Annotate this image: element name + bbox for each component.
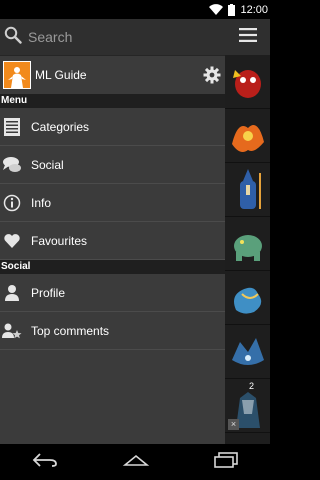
creature-thumbnail[interactable] (225, 109, 270, 163)
hamburger-icon (238, 27, 257, 47)
menu-item-info[interactable]: Info (0, 184, 225, 222)
hamburger-menu-button[interactable] (225, 19, 270, 55)
menu-section-header: Menu (0, 94, 225, 108)
user-icon (1, 282, 23, 304)
creature-thumbnail[interactable] (225, 55, 270, 109)
menu-item-favourites[interactable]: Favourites (0, 222, 225, 260)
thumbnail-list: 2 × (225, 55, 270, 444)
count-badge: 2 (249, 381, 255, 391)
home-button[interactable] (122, 453, 150, 472)
system-navigation-bar (0, 444, 270, 480)
creature-thumbnail[interactable] (225, 163, 270, 217)
menu-item-profile[interactable]: Profile (0, 274, 225, 312)
info-icon (1, 192, 23, 214)
app-title: ML Guide (35, 68, 87, 82)
search-bar (0, 19, 225, 56)
menu-item-label: Categories (31, 119, 90, 134)
battery-icon (228, 3, 236, 16)
app-header-row[interactable]: ML Guide (0, 56, 225, 94)
menu-item-label: Top comments (31, 323, 110, 338)
gear-icon[interactable] (203, 66, 221, 89)
close-icon[interactable]: × (228, 419, 239, 430)
social-section-header: Social (0, 260, 225, 274)
list-icon (1, 116, 23, 138)
menu-item-social[interactable]: Social (0, 146, 225, 184)
menu-item-label: Favourites (31, 233, 88, 248)
chat-icon (1, 154, 23, 176)
search-icon[interactable] (4, 26, 22, 49)
app-logo (3, 61, 31, 89)
clock-text: 12:00 (240, 3, 268, 16)
menu-item-top-comments[interactable]: Top comments (0, 312, 225, 350)
search-input[interactable] (26, 28, 210, 46)
creature-thumbnail[interactable] (225, 217, 270, 271)
creature-thumbnail[interactable] (225, 271, 270, 325)
status-bar: 12:00 (0, 0, 270, 19)
users-star-icon (1, 320, 23, 342)
menu-item-label: Info (31, 195, 52, 210)
back-button[interactable] (32, 452, 58, 472)
creature-thumbnail[interactable] (225, 325, 270, 379)
wifi-icon (209, 4, 224, 15)
recents-button[interactable] (214, 451, 238, 473)
creature-thumbnail[interactable]: 2 × (225, 379, 270, 433)
navigation-drawer: ML Guide Menu Categ (0, 19, 225, 444)
menu-item-categories[interactable]: Categories (0, 108, 225, 146)
heart-icon (1, 230, 23, 252)
menu-item-label: Profile (31, 285, 66, 300)
menu-item-label: Social (31, 157, 64, 172)
